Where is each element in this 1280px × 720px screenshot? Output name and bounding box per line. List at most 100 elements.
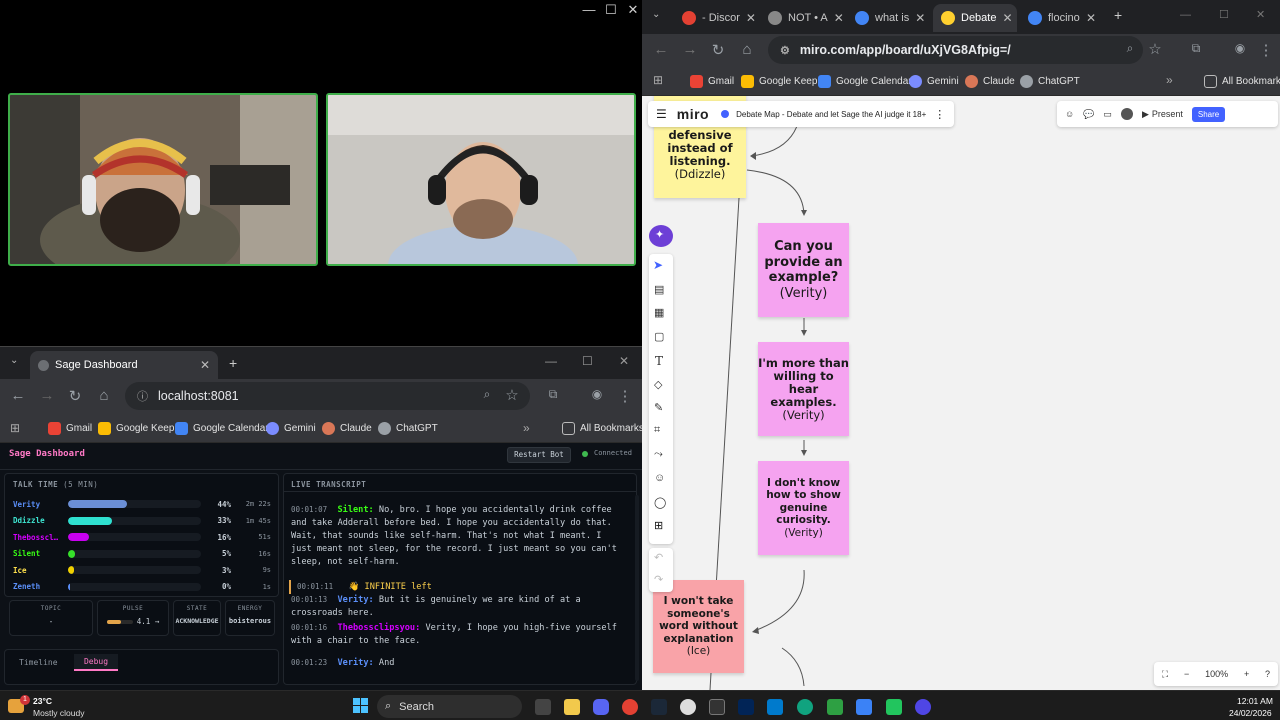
bookmark-claude[interactable]: Claude	[322, 422, 372, 435]
sticky-note-verity-3[interactable]: I don't know how to show genuine curiosi…	[758, 461, 849, 555]
template-icon[interactable]: ▤	[654, 283, 664, 296]
main-menu-icon[interactable]: ☰	[656, 107, 667, 121]
media-player-icon[interactable]	[886, 699, 902, 715]
close-button[interactable]: ✕	[622, 2, 644, 18]
zoom-level[interactable]: 100%	[1205, 669, 1228, 679]
board-title[interactable]: Debate Map - Debate and let Sage the AI …	[736, 110, 926, 119]
chatgpt-app-icon[interactable]	[797, 699, 813, 715]
sticky-note-icon[interactable]: ▢	[654, 330, 664, 343]
all-bookmarks[interactable]: All Bookmarks	[1204, 75, 1280, 88]
home-icon[interactable]: ⌂	[736, 41, 758, 58]
bookmark-chatgpt[interactable]: ChatGPT	[378, 422, 438, 435]
forward-icon[interactable]: →	[679, 41, 701, 58]
close-tab-icon[interactable]: ✕	[746, 11, 756, 25]
address-bar[interactable]: ⓘ localhost:8081	[125, 382, 530, 410]
miro-logo[interactable]: miro	[677, 106, 709, 122]
close-button[interactable]: ✕	[619, 354, 629, 368]
start-button[interactable]	[353, 698, 369, 714]
taskbar-search[interactable]: ⌕ Search	[377, 695, 522, 718]
redo-icon[interactable]: ↷	[654, 573, 663, 586]
undo-icon[interactable]: ↶	[654, 551, 663, 564]
minimize-button[interactable]: —	[545, 354, 557, 368]
avatar[interactable]	[1120, 108, 1133, 120]
fit-to-screen-icon[interactable]: ⛶	[1162, 669, 1168, 680]
browser-tab[interactable]: flocino ✕	[1020, 4, 1104, 32]
notes-icon[interactable]	[856, 699, 872, 715]
close-tab-icon[interactable]: ✕	[1002, 11, 1012, 25]
bookmark-chatgpt[interactable]: ChatGPT	[1020, 75, 1080, 88]
forward-icon[interactable]: →	[36, 387, 58, 404]
bookmark-google-keep[interactable]: Google Keep	[741, 75, 817, 88]
steam-icon[interactable]	[651, 699, 667, 715]
bookmark-gemini[interactable]: Gemini	[909, 75, 959, 88]
zoom-icon[interactable]: ⌕	[1119, 41, 1141, 56]
new-tab-button[interactable]: +	[229, 355, 237, 371]
apps-icon[interactable]: ⊞	[653, 73, 663, 87]
profile-icon[interactable]: ◉	[1229, 41, 1251, 55]
tab-timeline[interactable]: Timeline	[19, 658, 58, 667]
minimize-button[interactable]: —	[578, 2, 600, 17]
browser-tab[interactable]: - Discor ✕	[674, 4, 758, 32]
zoom-in-icon[interactable]: +	[1244, 669, 1249, 679]
frame-icon[interactable]: ⌗	[654, 424, 660, 437]
sticky-note-verity-1[interactable]: Can you provide an example? (Verity)	[758, 223, 849, 317]
menu-icon[interactable]: ⋮	[1255, 41, 1277, 59]
browser-tab[interactable]: what is ✕	[847, 4, 931, 32]
weather-text[interactable]: Mostly cloudy	[33, 708, 85, 718]
maximize-button[interactable]: ☐	[600, 2, 622, 18]
temperature[interactable]: 23°C	[33, 696, 52, 706]
more-bookmarks-icon[interactable]: »	[523, 421, 530, 435]
select-cursor-icon[interactable]: ➤	[653, 258, 663, 272]
emoji-icon[interactable]: ☺	[654, 472, 665, 484]
profile-icon[interactable]: ◉	[586, 387, 608, 401]
bookmark-google-calendar[interactable]: Google Calendar	[175, 422, 269, 435]
browser-tab[interactable]: NOT • A ✕	[760, 4, 844, 32]
comment-icon[interactable]: ◯	[654, 496, 666, 509]
comments-icon[interactable]: 💬	[1083, 109, 1094, 120]
maximize-button[interactable]: ☐	[582, 354, 593, 368]
file-explorer-icon[interactable]	[564, 699, 580, 715]
miro-board-canvas[interactable]: to be defensive instead of listening. (D…	[642, 96, 1280, 690]
close-tab-icon[interactable]: ✕	[1086, 11, 1096, 25]
app-icon[interactable]	[680, 699, 696, 715]
tab-list-button[interactable]: ⌄	[10, 355, 18, 366]
bookmark-google-keep[interactable]: Google Keep	[98, 422, 174, 435]
discord-icon[interactable]	[593, 699, 609, 715]
back-icon[interactable]: ←	[7, 387, 29, 404]
bookmark-gemini[interactable]: Gemini	[266, 422, 316, 435]
sticky-note-verity-2[interactable]: I'm more than willing to hear examples. …	[758, 342, 849, 436]
tab-debug[interactable]: Debug	[74, 654, 118, 671]
clock-time[interactable]: 12:01 AM	[1237, 696, 1273, 706]
zoom-icon[interactable]: ⌕	[476, 387, 498, 402]
shapes-icon[interactable]: ◇	[654, 378, 662, 391]
connector-icon[interactable]: ⤳	[654, 448, 663, 461]
more-bookmarks-icon[interactable]: »	[1166, 73, 1173, 87]
task-view-icon[interactable]	[535, 699, 551, 715]
chrome-icon[interactable]	[622, 699, 638, 715]
sticky-note-ice[interactable]: I won't take someone's word without expl…	[653, 580, 744, 673]
bookmark-gmail[interactable]: Gmail	[48, 422, 92, 435]
address-bar[interactable]: ⚙ miro.com/app/board/uXjVG8Afpig=/	[768, 36, 1143, 64]
bookmark-star-icon[interactable]: ☆	[501, 386, 523, 404]
share-button[interactable]: Share	[1191, 106, 1226, 122]
all-bookmarks[interactable]: All Bookmarks	[562, 422, 644, 435]
reload-icon[interactable]: ↻	[707, 41, 729, 59]
bookmark-google-calendar[interactable]: Google Calendar	[818, 75, 912, 88]
back-icon[interactable]: ←	[650, 41, 672, 58]
clock-date[interactable]: 24/02/2026	[1229, 708, 1272, 718]
close-button[interactable]: ✕	[1256, 8, 1265, 21]
apps-icon[interactable]: ⊞	[10, 421, 20, 435]
tab-sage-dashboard[interactable]: Sage Dashboard ✕	[30, 351, 218, 379]
reactions-icon[interactable]: ☺	[1065, 109, 1074, 119]
tab-list-button[interactable]: ⌄	[652, 9, 660, 20]
table-icon[interactable]: ▦	[654, 306, 664, 319]
video-tile-participant-1[interactable]	[8, 93, 318, 266]
text-icon[interactable]: T	[655, 354, 663, 368]
app-icon[interactable]	[915, 699, 931, 715]
close-tab-icon[interactable]: ✕	[834, 11, 844, 25]
reload-icon[interactable]: ↻	[64, 387, 86, 405]
home-icon[interactable]: ⌂	[93, 387, 115, 404]
bookmark-claude[interactable]: Claude	[965, 75, 1015, 88]
new-tab-button[interactable]: +	[1114, 7, 1122, 23]
zoom-out-icon[interactable]: −	[1184, 669, 1189, 679]
